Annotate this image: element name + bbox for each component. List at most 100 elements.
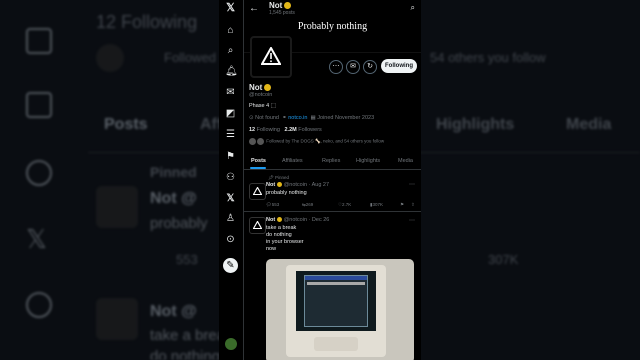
premium-icon[interactable]: 𝕏 — [225, 193, 236, 204]
tab-affiliates[interactable]: Affiliates — [282, 158, 303, 164]
bg-tweet-avatar — [96, 298, 138, 340]
bg-avatar — [96, 44, 124, 72]
bg-text: do nothing — [150, 348, 221, 360]
bg-followed-tail: 54 others you follow — [430, 50, 546, 65]
tweet-pinned[interactable]: 📌︎ Pinned Not @notcoin · Aug 27 ⋯ probab… — [244, 171, 421, 212]
tweet-text: probably nothing — [266, 190, 307, 196]
verified-badge-icon — [277, 217, 283, 223]
bg-tweet-avatar — [96, 186, 138, 228]
tweet-media-image[interactable] — [266, 259, 414, 360]
more-options-button[interactable]: ⋯ — [329, 60, 343, 74]
bookmark-icon[interactable]: ⚑ — [400, 202, 404, 208]
more-icon[interactable]: ⊙ — [225, 234, 236, 245]
message-button[interactable]: ✉ — [346, 60, 360, 74]
profile-tabs: Posts Affiliates Replies Highlights Medi… — [244, 155, 421, 170]
tweet-text: take a break do nothing in your browser … — [266, 225, 304, 252]
website-link[interactable]: notco.in — [288, 115, 307, 121]
followers-count-link[interactable]: 2.2M Followers — [284, 127, 321, 133]
monitor-base — [314, 337, 358, 351]
post-count: 1,545 posts — [269, 10, 295, 16]
tab-posts[interactable]: Posts — [251, 158, 266, 164]
profile-meta: ⊙ Not found ⚭ notco.in ▦ Joined November… — [249, 115, 374, 121]
warning-triangle-icon — [253, 187, 262, 195]
subscribe-button[interactable]: ↻ — [363, 60, 377, 74]
like-button[interactable]: ♡ 2.7K — [338, 202, 351, 208]
bg-name: Not @ — [150, 190, 197, 207]
nav-rail: 𝕏 ⌂ ⌕ 🔔︎ ✉ ◩ ☰ ⚑ ⚇ 𝕏 ♙ ⊙ ✎ — [219, 0, 244, 360]
tweet-author: Not @notcoin · Dec 26 — [266, 217, 330, 223]
follower-avatar — [249, 138, 256, 145]
lists-icon — [26, 28, 52, 54]
bg-text: take a brea — [150, 327, 226, 344]
monitor-screen — [296, 271, 376, 331]
messages-icon[interactable]: ✉ — [225, 87, 236, 98]
lists-icon[interactable]: ☰ — [225, 129, 236, 140]
x-logo-icon: 𝕏 — [26, 224, 47, 254]
top-name: Not — [269, 1, 292, 10]
following-count-link[interactable]: 12 Following — [249, 127, 280, 133]
tweet-author: Not @notcoin · Aug 27 — [266, 182, 330, 188]
location-text: Not found — [255, 115, 279, 121]
repost-button[interactable]: ⇆ 269 — [302, 202, 313, 208]
tab-media[interactable]: Media — [398, 158, 413, 164]
tab-highlights[interactable]: Highlights — [356, 158, 380, 164]
warning-triangle-icon — [261, 47, 281, 65]
bg-views: 307K — [488, 252, 519, 267]
notifications-icon[interactable]: 🔔︎ — [225, 66, 238, 77]
account-avatar[interactable] — [225, 338, 237, 350]
profile-topbar: ← Not 1,545 posts ⌕ — [244, 0, 421, 18]
search-icon[interactable]: ⌕ — [411, 3, 415, 13]
post-icon[interactable]: ✎ — [223, 258, 238, 273]
tab-replies[interactable]: Replies — [322, 158, 340, 164]
profile-main: ← Not 1,545 posts ⌕ Probably nothing ⋯ ✉… — [244, 0, 421, 360]
tweet-avatar[interactable] — [249, 217, 266, 234]
followed-by-text: Followed by The DOGS 🦴, neko, and 54 oth… — [266, 138, 385, 144]
crt-monitor-image — [286, 265, 386, 357]
tweet[interactable]: Not @notcoin · Dec 26 ⋯ take a break do … — [244, 213, 421, 360]
profile-bio: Phase 4 ⬚ — [249, 103, 276, 109]
tweet-more-icon[interactable]: ⋯ — [409, 181, 415, 188]
communities-icon[interactable]: ⚇ — [225, 172, 236, 183]
tweet-more-icon[interactable]: ⋯ — [409, 217, 415, 224]
home-icon[interactable]: ⌂ — [225, 25, 236, 36]
bookmarks-icon[interactable]: ⚑ — [225, 151, 236, 162]
bg-followed: Followed — [164, 50, 217, 65]
bg-tab: Posts — [104, 116, 148, 133]
profile-icon[interactable]: ♙ — [225, 213, 236, 224]
pinned-label: 📌︎ Pinned — [268, 175, 289, 180]
profile-icon — [26, 292, 52, 318]
bookmarks-icon — [26, 92, 52, 118]
joined-text: Joined November 2023 — [317, 115, 375, 121]
bg-name: Not @ — [150, 303, 197, 320]
profile-name: Not — [249, 83, 272, 92]
profile-avatar[interactable] — [250, 36, 292, 78]
profile-handle: @notcoin — [249, 92, 273, 98]
active-tab-indicator — [250, 167, 266, 169]
views-button[interactable]: ▮ 307K — [370, 202, 383, 208]
communities-icon — [26, 160, 52, 186]
bg-tab: Highlights — [436, 116, 515, 133]
follow-counts: 12 Following 2.2M Followers — [249, 127, 322, 133]
reply-button[interactable]: 💬︎ 553 — [266, 202, 279, 208]
search-icon[interactable]: ⌕ — [225, 45, 236, 56]
bg-following-header: 12 Following — [96, 12, 198, 32]
bg-text: probably — [150, 215, 208, 232]
x-logo-icon[interactable]: 𝕏 — [225, 3, 236, 14]
tweet-avatar[interactable] — [249, 183, 266, 200]
grok-icon[interactable]: ◩ — [225, 108, 236, 119]
follower-avatar — [257, 138, 264, 145]
verified-badge-icon — [277, 182, 283, 188]
share-icon[interactable]: ⇧ — [411, 202, 415, 208]
x-profile-screen: 𝕏 ⌂ ⌕ 🔔︎ ✉ ◩ ☰ ⚑ ⚇ 𝕏 ♙ ⊙ ✎ ← Not 1,545 p… — [219, 0, 421, 360]
back-arrow-icon[interactable]: ← — [249, 3, 259, 14]
warning-triangle-icon — [253, 221, 262, 229]
bg-pinned: Pinned — [150, 164, 197, 180]
location-icon: ⊙ — [249, 115, 254, 121]
browser-window-image — [304, 275, 368, 327]
bg-replies: 553 — [176, 252, 198, 267]
following-button[interactable]: Following — [381, 59, 417, 73]
link-icon: ⚭ — [282, 115, 287, 121]
bg-tab: Media — [566, 116, 612, 133]
verified-badge-icon — [264, 84, 272, 92]
followed-by[interactable]: Followed by The DOGS 🦴, neko, and 54 oth… — [249, 138, 384, 145]
